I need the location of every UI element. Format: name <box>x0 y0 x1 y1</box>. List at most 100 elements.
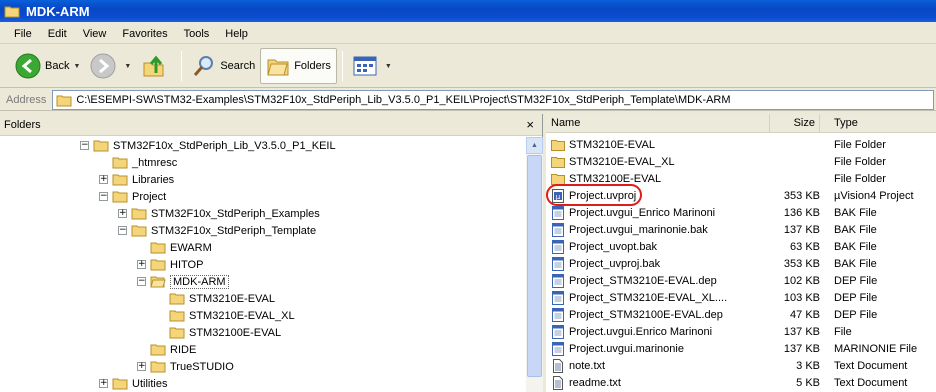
chevron-down-icon[interactable]: ▼ <box>73 63 80 70</box>
text-file-icon <box>553 358 563 373</box>
expand-icon[interactable]: + <box>99 379 108 388</box>
file-row[interactable]: Project.uvgui.Enrico Marinoni 137 KB File <box>546 323 936 340</box>
up-folder-icon <box>143 55 164 77</box>
file-row[interactable]: Project_STM3210E-EVAL.dep 102 KB DEP File <box>546 272 936 289</box>
menu-favorites[interactable]: Favorites <box>114 26 175 42</box>
menu-help[interactable]: Help <box>217 26 256 42</box>
file-name-cell: Project.uvgui_marinonie.bak <box>546 222 776 237</box>
tree-item[interactable]: − STM32F10x_StdPeriph_Lib_V3.5.0_P1_KEIL <box>80 137 336 154</box>
menu-file[interactable]: File <box>6 26 40 42</box>
file-name-cell: Project_STM3210E-EVAL_XL.... <box>546 290 776 305</box>
folder-icon <box>150 344 166 356</box>
back-button[interactable]: Back ▼ <box>10 48 85 84</box>
file-row[interactable]: STM32100E-EVAL File Folder <box>546 170 936 187</box>
file-size: 47 KB <box>790 308 820 321</box>
collapse-icon[interactable]: − <box>80 141 89 150</box>
tree-item[interactable]: + HITOP <box>137 256 203 273</box>
folders-button[interactable]: Folders <box>260 48 337 84</box>
file-name: Project.uvgui_marinonie.bak <box>569 223 708 236</box>
forward-button[interactable]: ▼ <box>85 48 136 84</box>
vertical-scrollbar[interactable]: ▲ <box>526 137 543 392</box>
file-row[interactable]: readme.txt 5 KB Text Document <box>546 374 936 391</box>
file-row[interactable]: Project.uvgui_marinonie.bak 137 KB BAK Fil… <box>546 221 936 238</box>
tree-item-label: Project <box>132 190 167 203</box>
search-icon <box>194 56 214 76</box>
expand-icon[interactable]: + <box>137 260 146 269</box>
tree-item[interactable]: − Project <box>99 188 166 205</box>
folder-icon <box>112 378 128 390</box>
collapse-icon[interactable]: − <box>118 226 127 235</box>
uvision-project-icon: μ <box>552 188 564 203</box>
tree-item-label: STM32F10x_StdPeriph_Examples <box>151 207 320 220</box>
file-name-cell: STM3210E-EVAL <box>546 138 776 152</box>
tree-item[interactable]: − STM32F10x_StdPeriph_Template <box>118 222 316 239</box>
column-name[interactable]: Name <box>546 113 770 133</box>
file-row[interactable]: STM3210E-EVAL_XL File Folder <box>546 153 936 170</box>
address-input[interactable]: C:\ESEMPI-SW\STM32-Examples\STM32F10x_St… <box>52 89 934 110</box>
file-row[interactable]: Project_uvproj.bak 353 KB BAK File <box>546 255 936 272</box>
chevron-down-icon[interactable]: ▼ <box>385 63 392 70</box>
file-row[interactable]: Project_uvopt.bak 63 KB BAK File <box>546 238 936 255</box>
search-button[interactable]: Search <box>187 48 260 84</box>
file-type: DEP File <box>834 308 878 321</box>
chevron-down-icon[interactable]: ▼ <box>124 63 131 70</box>
expand-icon[interactable]: + <box>99 175 108 184</box>
tree-item[interactable]: STM32100E-EVAL <box>156 324 281 341</box>
tree-item[interactable]: EWARM <box>137 239 212 256</box>
folder-icon <box>169 327 185 339</box>
scroll-up-button[interactable]: ▲ <box>526 137 543 154</box>
file-name: Project_STM3210E-EVAL.dep <box>569 274 717 287</box>
collapse-icon[interactable]: − <box>137 277 146 286</box>
close-icon[interactable]: × <box>526 117 534 132</box>
folder-icon <box>169 310 185 322</box>
column-type[interactable]: Type <box>820 114 932 133</box>
tree-item-label: STM32F10x_StdPeriph_Template <box>151 224 317 237</box>
file-row[interactable]: μ Project.uvproj 353 KB µVision4 Project <box>546 184 936 206</box>
tree-item[interactable]: + Libraries <box>99 171 174 188</box>
folder-icon <box>150 259 166 271</box>
file-type: MARINONIE File <box>834 342 918 355</box>
collapse-icon[interactable]: − <box>99 192 108 201</box>
file-row[interactable]: Project_STM32100E-EVAL.dep 47 KB DEP File <box>546 306 936 323</box>
toolbar: Back ▼ ▼ Search Folders ▼ <box>0 45 936 88</box>
tree-item-label: Libraries <box>132 173 175 186</box>
tree-item-label: RIDE <box>170 343 197 356</box>
tree-item-label: TrueSTUDIO <box>170 360 234 373</box>
folders-pane-header: Folders × <box>0 114 542 136</box>
file-name-cell: note.txt <box>546 358 776 373</box>
menu-tools[interactable]: Tools <box>176 26 218 42</box>
file-row[interactable]: Project.uvgui_Enrico Marinoni 136 KB BAK F… <box>546 204 936 221</box>
tree-item[interactable]: _htmresc <box>99 154 177 171</box>
tree-item[interactable]: STM3210E-EVAL <box>156 290 275 307</box>
scrollbar-thumb[interactable] <box>527 155 542 377</box>
file-icon <box>552 205 564 220</box>
views-button[interactable]: ▼ <box>348 48 397 84</box>
up-folder-button[interactable] <box>136 48 176 84</box>
file-size: 5 KB <box>796 376 820 389</box>
file-icon <box>552 256 564 271</box>
file-row[interactable]: Project.uvgui.marinonie 137 KB MARINONIE F… <box>546 340 936 357</box>
file-row[interactable]: Project_STM3210E-EVAL_XL.... 103 KB DEP Fi… <box>546 289 936 306</box>
file-name: Project_uvopt.bak <box>569 240 658 253</box>
expand-icon[interactable]: + <box>137 362 146 371</box>
tree-item-label: MDK-ARM <box>170 274 229 289</box>
title-bar[interactable]: MDK-ARM <box>0 0 936 22</box>
file-row[interactable]: note.txt 3 KB Text Document <box>546 357 936 374</box>
tree-item[interactable]: RIDE <box>137 341 196 358</box>
tree-item[interactable]: − MDK-ARM <box>137 273 229 290</box>
menu-edit[interactable]: Edit <box>40 26 75 42</box>
file-size: 63 KB <box>790 240 820 253</box>
tree-item[interactable]: + STM32F10x_StdPeriph_Examples <box>118 205 320 222</box>
file-name-cell: STM3210E-EVAL_XL <box>546 155 776 169</box>
file-row[interactable]: STM3210E-EVAL File Folder <box>546 136 936 153</box>
tree-item[interactable]: + TrueSTUDIO <box>137 358 234 375</box>
file-list: Name Size Type STM3210E-EVAL File Folder S… <box>546 113 936 392</box>
file-icon <box>552 307 564 322</box>
expand-icon[interactable]: + <box>118 209 127 218</box>
tree-item[interactable]: + Utilities <box>99 375 167 392</box>
folder-icon <box>150 242 166 254</box>
menu-view[interactable]: View <box>75 26 115 42</box>
column-size[interactable]: Size <box>770 113 820 133</box>
tree-item[interactable]: STM3210E-EVAL_XL <box>156 307 295 324</box>
